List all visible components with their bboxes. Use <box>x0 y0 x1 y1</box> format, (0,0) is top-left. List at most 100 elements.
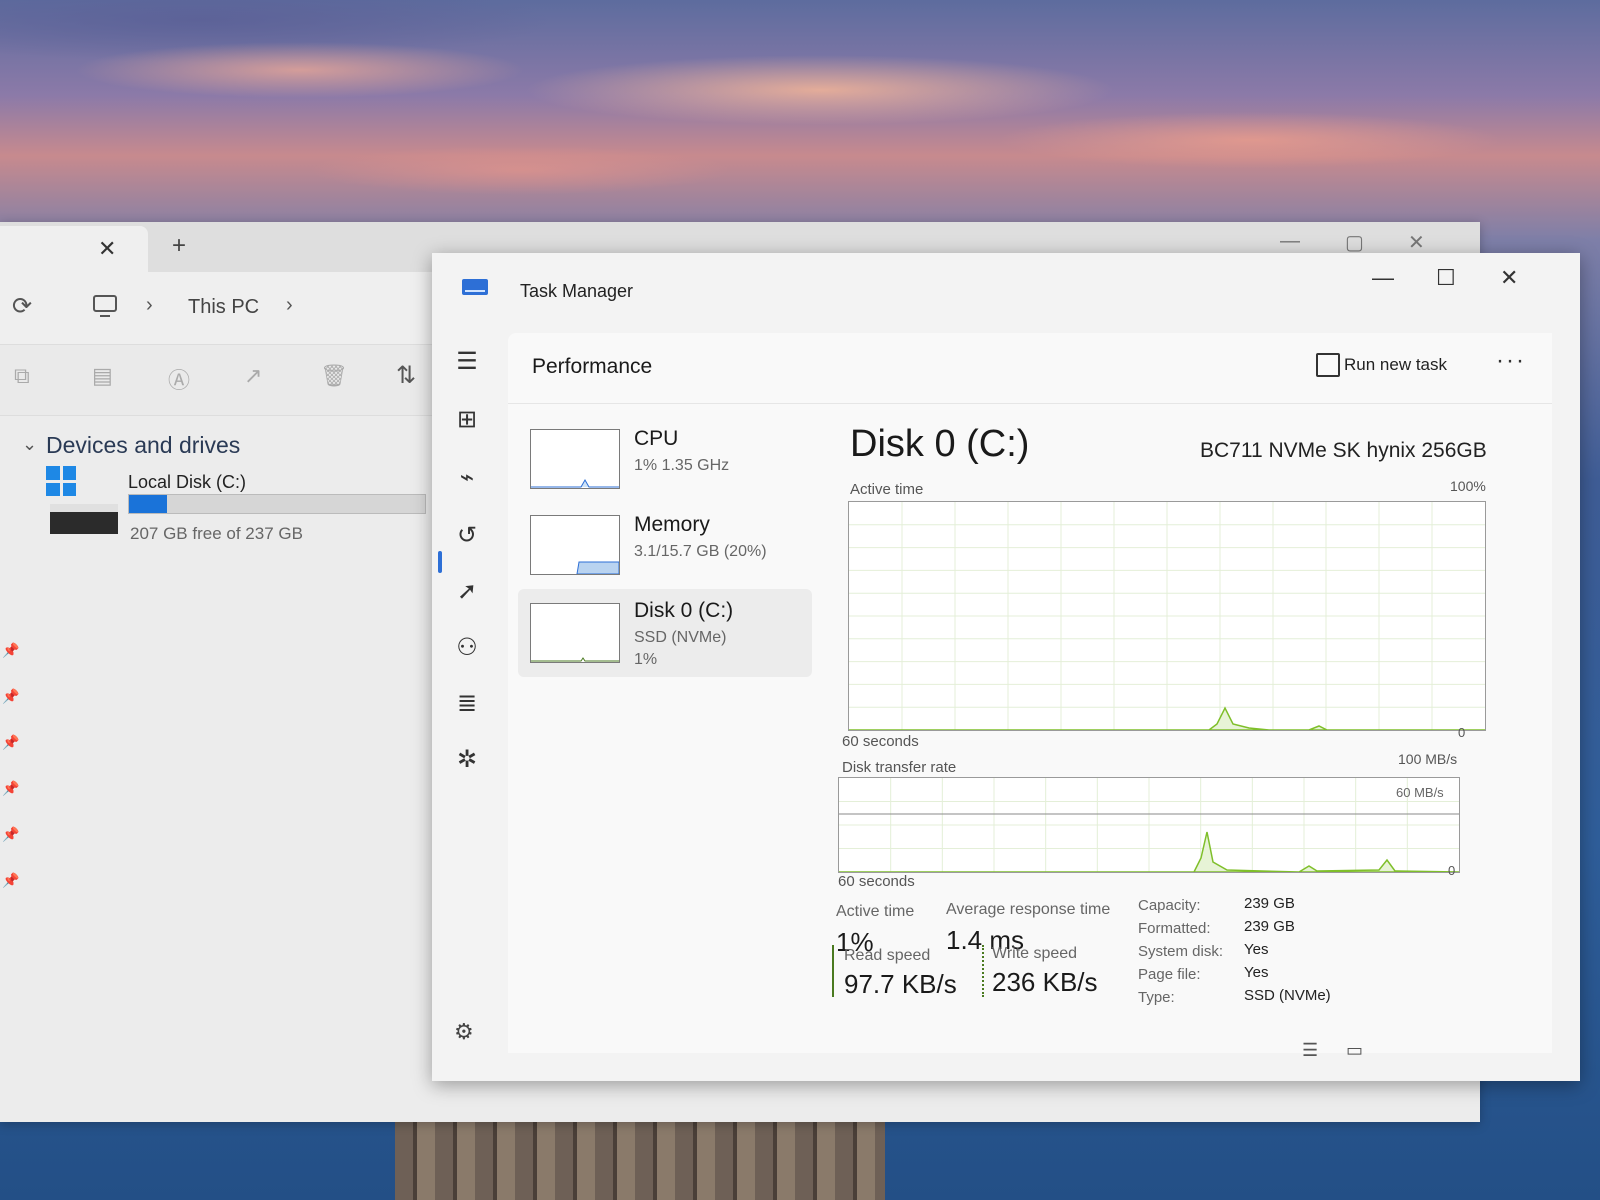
minimize-button[interactable]: — <box>1372 265 1394 291</box>
sidebar-item-name: Memory <box>634 513 710 536</box>
new-tab-button[interactable]: + <box>172 232 186 260</box>
cpu-thumbnail-graph <box>530 429 620 489</box>
rename-icon[interactable]: Ⓐ <box>168 363 190 395</box>
app-history-icon[interactable]: ↺ <box>452 521 482 551</box>
transfer-rate-graph-svg <box>839 778 1459 872</box>
task-manager-app-icon <box>462 279 488 295</box>
breadcrumb-chevron-icon[interactable]: › <box>286 294 293 317</box>
active-time-graph <box>848 501 1486 731</box>
pin-icon[interactable]: 📌 <box>2 734 19 751</box>
read-speed-label: Read speed <box>844 947 931 964</box>
close-tab-icon[interactable]: ✕ <box>98 236 116 262</box>
active-time-max-label: 100% <box>1450 478 1486 494</box>
formatted-value: 239 GB <box>1244 918 1295 935</box>
memory-thumbnail-graph <box>530 515 620 575</box>
chevron-right-icon: › <box>146 294 153 316</box>
startup-apps-icon[interactable]: ➚ <box>452 577 482 607</box>
sidebar-item-detail: 3.1/15.7 GB (20%) <box>634 543 767 560</box>
transfer-rate-x-label: 60 seconds <box>838 873 915 890</box>
explorer-close-button[interactable]: ✕ <box>1408 230 1425 255</box>
explorer-minimize-button[interactable]: — <box>1280 230 1300 253</box>
sidebar-item-name: CPU <box>634 427 679 450</box>
services-icon[interactable]: ✲ <box>452 745 482 775</box>
maximize-button[interactable]: ☐ <box>1436 265 1456 291</box>
sidebar-item-memory[interactable]: Memory 3.1/15.7 GB (20%) <box>518 507 812 595</box>
transfer-rate-graph-label: Disk transfer rate <box>842 759 957 776</box>
formatted-label: Formatted: <box>1138 920 1211 937</box>
refresh-icon[interactable]: ⟳ <box>12 292 32 321</box>
read-speed-indicator <box>832 945 834 997</box>
type-value: SSD (NVMe) <box>1244 987 1331 1004</box>
breadcrumb-this-pc[interactable]: This PC <box>188 296 259 319</box>
pin-icon[interactable]: 📌 <box>2 642 19 659</box>
header-divider <box>508 403 1552 404</box>
pin-icon[interactable]: 📌 <box>2 688 19 705</box>
sort-icon[interactable]: ⇅ <box>396 361 416 390</box>
active-time-min-label: 0 <box>1458 725 1466 740</box>
share-icon[interactable]: ↗ <box>244 363 262 389</box>
sidebar-item-detail: SSD (NVMe) <box>634 629 727 646</box>
pin-icon[interactable]: 📌 <box>2 780 19 797</box>
disk-title: Disk 0 (C:) <box>850 423 1030 465</box>
type-label: Type: <box>1138 989 1175 1006</box>
active-time-graph-label: Active time <box>850 481 924 498</box>
pin-icon[interactable]: 📌 <box>2 826 19 843</box>
transfer-rate-graph <box>838 777 1460 873</box>
copy-icon[interactable]: ⧉ <box>14 363 30 389</box>
write-speed-label: Write speed <box>992 945 1078 962</box>
explorer-tab[interactable]: ✕ <box>0 226 148 272</box>
transfer-rate-min-label: 0 <box>1448 863 1456 878</box>
nav-selection-indicator <box>438 551 442 573</box>
transfer-rate-mid-label: 60 MB/s <box>1396 785 1444 800</box>
devices-and-drives-heading[interactable]: Devices and drives <box>46 432 240 459</box>
sidebar-item-detail: 1% 1.35 GHz <box>634 457 730 474</box>
drive-usage-bar <box>128 494 426 514</box>
system-disk-label: System disk: <box>1138 943 1224 960</box>
page-file-label: Page file: <box>1138 966 1201 983</box>
settings-gear-icon[interactable]: ⚙ <box>454 1019 474 1045</box>
delete-icon[interactable]: 🗑 <box>320 363 348 389</box>
sidebar-item-cpu[interactable]: CPU 1% 1.35 GHz <box>518 421 812 509</box>
drive-free-space: 207 GB free of 237 GB <box>130 524 303 543</box>
hamburger-menu-icon[interactable]: ☰ <box>452 347 482 377</box>
active-time-x-label: 60 seconds <box>842 733 919 750</box>
drive-usage-fill <box>129 495 167 513</box>
users-icon[interactable]: ⚇ <box>452 633 482 663</box>
drive-icon <box>50 504 118 534</box>
disk-thumbnail-graph <box>530 603 620 663</box>
page-file-value: Yes <box>1244 964 1269 981</box>
task-manager-window: Task Manager — ☐ ✕ ☰ ⊞ ⌁ ↺ ➚ ⚇ ≣ ✲ ⚙ Per… <box>432 253 1580 1081</box>
system-disk-value: Yes <box>1244 941 1269 958</box>
details-icon[interactable]: ≣ <box>452 689 482 719</box>
disk-model: BC711 NVMe SK hynix 256GB <box>1200 439 1487 462</box>
details-view-icon[interactable]: ☰ <box>1302 1040 1318 1061</box>
paste-icon[interactable]: ▤ <box>92 363 113 389</box>
close-button[interactable]: ✕ <box>1500 265 1518 291</box>
sidebar-item-disk-0[interactable]: Disk 0 (C:) SSD (NVMe) 1% <box>518 589 812 677</box>
sidebar-item-usage: 1% <box>634 651 658 668</box>
performance-icon[interactable]: ⌁ <box>452 463 482 493</box>
desktop-wallpaper-sky <box>0 0 1600 260</box>
sidebar-item-name: Disk 0 (C:) <box>634 599 734 622</box>
explorer-maximize-button[interactable]: ▢ <box>1345 230 1364 255</box>
nav-rail: ☰ ⊞ ⌁ ↺ ➚ ⚇ ≣ ✲ <box>432 333 504 1081</box>
performance-panel: Performance Run new task ··· CPU 1% 1.35… <box>508 333 1552 1053</box>
capacity-value: 239 GB <box>1244 895 1295 912</box>
transfer-rate-max-label: 100 MB/s <box>1398 751 1458 767</box>
page-title: Performance <box>532 355 653 378</box>
run-new-task-icon[interactable] <box>1316 353 1340 377</box>
pin-icon[interactable]: 📌 <box>2 872 19 889</box>
capacity-label: Capacity: <box>1138 897 1201 914</box>
drive-name[interactable]: Local Disk (C:) <box>128 472 246 493</box>
tiles-view-icon[interactable]: ▭ <box>1346 1040 1363 1061</box>
avg-response-label: Average response time <box>946 901 1111 918</box>
run-new-task-button[interactable]: Run new task <box>1344 355 1447 375</box>
window-title: Task Manager <box>520 281 634 301</box>
chevron-down-icon[interactable]: ⌄ <box>22 434 37 455</box>
processes-icon[interactable]: ⊞ <box>452 405 482 435</box>
active-time-graph-svg <box>849 502 1485 730</box>
windows-logo-icon <box>46 466 76 496</box>
more-options-icon[interactable]: ··· <box>1496 347 1526 375</box>
this-pc-icon[interactable] <box>92 294 118 318</box>
active-time-stat-label: Active time <box>836 903 915 920</box>
